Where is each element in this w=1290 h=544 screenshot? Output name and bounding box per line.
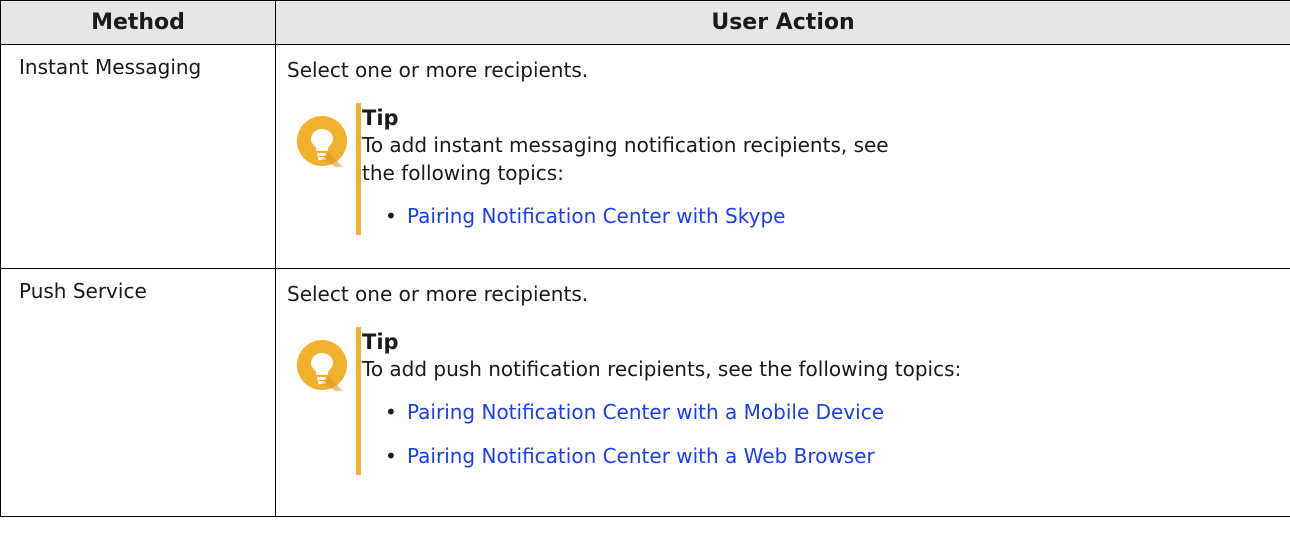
tip-link-list: • Pairing Notification Center with Skype bbox=[362, 201, 1290, 231]
tip-body: To add push notification recipients, see… bbox=[362, 357, 962, 381]
action-text: Select one or more recipients. bbox=[287, 58, 589, 82]
tip-note: Tip To add instant messaging notificatio… bbox=[287, 103, 1290, 235]
tip-link-list: • Pairing Notification Center with a Mob… bbox=[362, 397, 1290, 471]
link-pairing-web-browser[interactable]: Pairing Notification Center with a Web B… bbox=[407, 444, 875, 468]
tip-accent-bar bbox=[356, 327, 361, 475]
action-cell: Select one or more recipients. Tip To ad… bbox=[275, 268, 1290, 517]
table-row: Push Service Select one or more recipien… bbox=[0, 268, 1290, 517]
list-item: • Pairing Notification Center with Skype bbox=[362, 201, 1290, 231]
bullet-icon: • bbox=[385, 204, 397, 228]
tip-body: To add instant messaging notification re… bbox=[362, 133, 889, 185]
lightbulb-icon bbox=[297, 340, 347, 391]
bullet-icon: • bbox=[385, 400, 397, 424]
tip-accent-bar bbox=[356, 103, 361, 235]
link-pairing-mobile-device[interactable]: Pairing Notification Center with a Mobil… bbox=[407, 400, 884, 424]
method-cell: Push Service bbox=[0, 268, 276, 517]
action-text: Select one or more recipients. bbox=[287, 282, 589, 306]
list-item: • Pairing Notification Center with a Web… bbox=[362, 441, 1290, 471]
tip-title: Tip bbox=[362, 106, 399, 130]
table-row: Instant Messaging Select one or more rec… bbox=[0, 44, 1290, 269]
header-method: Method bbox=[0, 0, 276, 45]
link-pairing-skype[interactable]: Pairing Notification Center with Skype bbox=[407, 204, 785, 228]
list-item: • Pairing Notification Center with a Mob… bbox=[362, 397, 1290, 427]
bullet-icon: • bbox=[385, 444, 397, 468]
header-user-action: User Action bbox=[275, 0, 1290, 45]
tip-note: Tip To add push notification recipients,… bbox=[287, 327, 1290, 475]
method-table: Method User Action Instant Messaging Sel… bbox=[0, 0, 1290, 517]
table-header-row: Method User Action bbox=[0, 0, 1290, 45]
method-cell: Instant Messaging bbox=[0, 44, 276, 269]
tip-title: Tip bbox=[362, 330, 399, 354]
lightbulb-icon bbox=[297, 116, 347, 167]
action-cell: Select one or more recipients. Tip To ad… bbox=[275, 44, 1290, 269]
